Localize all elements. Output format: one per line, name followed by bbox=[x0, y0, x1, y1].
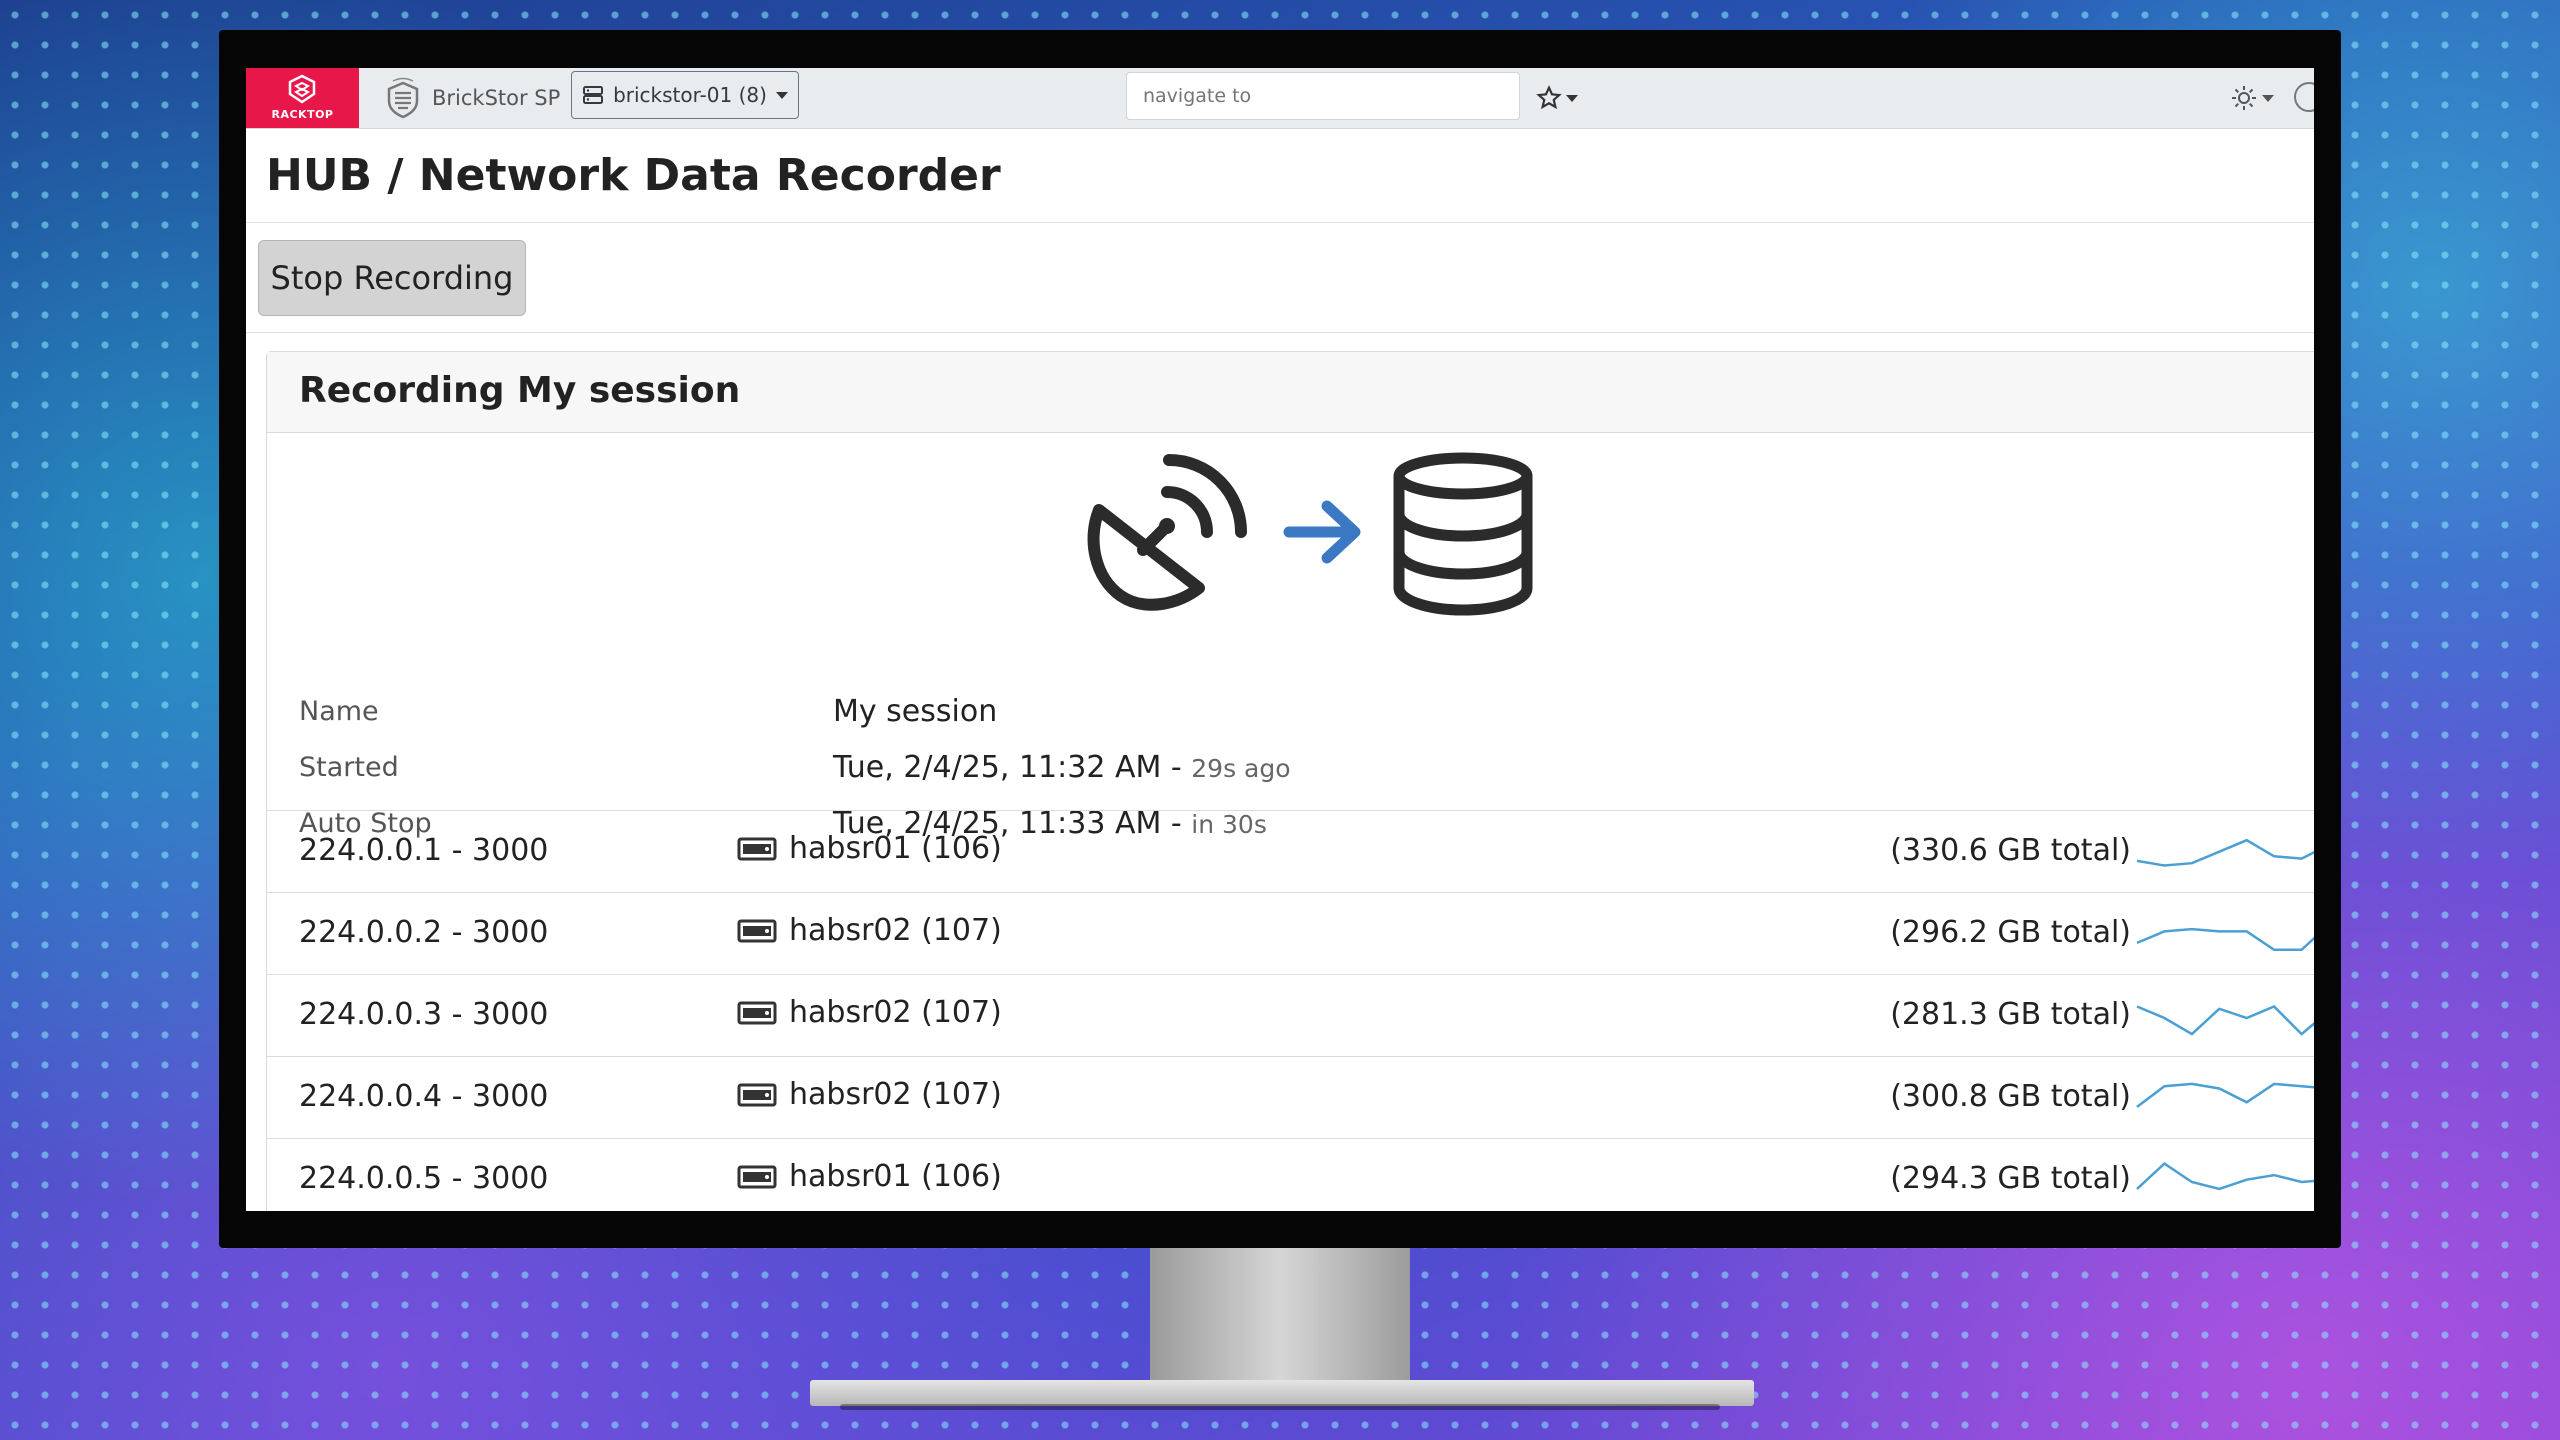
stream-total: (281.3 GB total) bbox=[1890, 997, 2131, 1032]
field-label-started: Started bbox=[299, 752, 399, 783]
server-icon bbox=[737, 1083, 777, 1106]
server-icon bbox=[737, 919, 777, 942]
field-value-name: My session bbox=[833, 694, 997, 729]
stream-total: (300.8 GB total) bbox=[1890, 1079, 2131, 1114]
navigate-search-input[interactable] bbox=[1126, 72, 1520, 120]
satellite-dish-icon bbox=[1087, 454, 1247, 611]
stream-row[interactable]: 224.0.0.5 - 3000 habsr01 (106) (294.3 GB… bbox=[267, 1138, 2314, 1211]
favorites-dropdown[interactable] bbox=[1536, 78, 1578, 118]
node-selector-dropdown[interactable]: brickstor-01 (8) bbox=[571, 71, 799, 119]
monitor-base-shadow bbox=[840, 1404, 1720, 1410]
stream-row[interactable]: 224.0.0.2 - 3000 habsr02 (107) (296.2 GB… bbox=[267, 892, 2314, 975]
recording-card: Recording My session Name My session Sta… bbox=[266, 351, 2314, 1211]
stream-host: habsr01 (106) bbox=[737, 1159, 1002, 1194]
started-timestamp: Tue, 2/4/25, 11:32 AM bbox=[833, 750, 1162, 785]
stream-host-name: habsr02 (107) bbox=[789, 1077, 1002, 1112]
field-label-name: Name bbox=[299, 696, 379, 727]
chevron-down-icon bbox=[775, 91, 788, 99]
server-icon bbox=[737, 837, 777, 860]
recording-card-header: Recording My session bbox=[267, 352, 2314, 433]
stream-throughput-sparkline bbox=[2136, 1162, 2314, 1191]
started-relative: 29s ago bbox=[1191, 754, 1291, 783]
stream-throughput-sparkline bbox=[2136, 838, 2314, 867]
stream-host-name: habsr02 (107) bbox=[789, 995, 1002, 1030]
stream-host: habsr01 (106) bbox=[737, 831, 1002, 866]
stream-throughput-sparkline bbox=[2136, 927, 2314, 952]
field-value-started: Tue, 2/4/25, 11:32 AM - 29s ago bbox=[833, 750, 1291, 785]
chevron-down-icon bbox=[1566, 94, 1578, 102]
stream-throughput-sparkline bbox=[2136, 1005, 2314, 1036]
stream-host-name: habsr01 (106) bbox=[789, 1159, 1002, 1194]
node-selector-label: brickstor-01 (8) bbox=[613, 83, 767, 107]
chevron-down-icon bbox=[2262, 94, 2274, 102]
stream-throughput-sparkline bbox=[2136, 1082, 2314, 1108]
monitor-stand bbox=[1150, 1248, 1410, 1388]
stream-host: habsr02 (107) bbox=[737, 913, 1002, 948]
stream-total: (330.6 GB total) bbox=[1890, 833, 2131, 868]
stop-recording-button[interactable]: Stop Recording bbox=[258, 240, 526, 316]
database-icon bbox=[1393, 452, 1533, 616]
brand[interactable]: BrickStor SP bbox=[384, 68, 560, 128]
theme-toggle-dropdown[interactable] bbox=[2230, 78, 2274, 118]
stream-address: 224.0.0.4 - 3000 bbox=[299, 1079, 549, 1114]
stream-total: (296.2 GB total) bbox=[1890, 915, 2131, 950]
stream-row[interactable]: 224.0.0.4 - 3000 habsr02 (107) (300.8 GB… bbox=[267, 1056, 2314, 1139]
arrow-right-icon bbox=[1283, 500, 1361, 564]
logo-text: RACKTOP bbox=[271, 108, 334, 121]
stream-address: 224.0.0.2 - 3000 bbox=[299, 915, 549, 950]
divider bbox=[246, 332, 2314, 333]
monitor-base bbox=[810, 1380, 1754, 1406]
server-icon bbox=[737, 1165, 777, 1188]
user-account-icon[interactable] bbox=[2294, 82, 2314, 112]
brickstor-shield-icon bbox=[387, 77, 419, 119]
top-navbar: RACKTOP BrickStor SP brickstor-01 (8) bbox=[246, 68, 2314, 129]
racktop-logo[interactable]: RACKTOP bbox=[246, 68, 359, 128]
server-icon bbox=[737, 1001, 777, 1024]
stream-host-name: habsr02 (107) bbox=[789, 913, 1002, 948]
recording-card-title: Recording My session bbox=[299, 370, 741, 411]
recording-flow-graphic bbox=[1087, 452, 1533, 616]
app-window: RACKTOP BrickStor SP brickstor-01 (8) na… bbox=[246, 68, 2314, 1211]
stream-row[interactable]: 224.0.0.1 - 3000 habsr01 (106) (330.6 GB… bbox=[267, 810, 2314, 893]
stream-address: 224.0.0.5 - 3000 bbox=[299, 1161, 549, 1196]
session-name: My session bbox=[833, 694, 998, 729]
separator: - bbox=[1161, 750, 1192, 785]
stream-address: 224.0.0.1 - 3000 bbox=[299, 833, 549, 868]
brand-name: BrickStor SP bbox=[432, 86, 561, 110]
divider bbox=[246, 222, 2314, 223]
stream-row[interactable]: 224.0.0.3 - 3000 habsr02 (107) (281.3 GB… bbox=[267, 974, 2314, 1057]
stream-address: 224.0.0.3 - 3000 bbox=[299, 997, 549, 1032]
stream-host: habsr02 (107) bbox=[737, 995, 1002, 1030]
stream-total: (294.3 GB total) bbox=[1890, 1161, 2131, 1196]
server-stack-icon bbox=[583, 86, 604, 104]
stream-host-name: habsr01 (106) bbox=[789, 831, 1002, 866]
star-icon bbox=[1536, 85, 1562, 110]
stream-host: habsr02 (107) bbox=[737, 1077, 1002, 1112]
page-title: HUB / Network Data Recorder bbox=[266, 150, 1001, 201]
sun-icon bbox=[2232, 86, 2256, 110]
racktop-logo-icon bbox=[288, 74, 316, 104]
